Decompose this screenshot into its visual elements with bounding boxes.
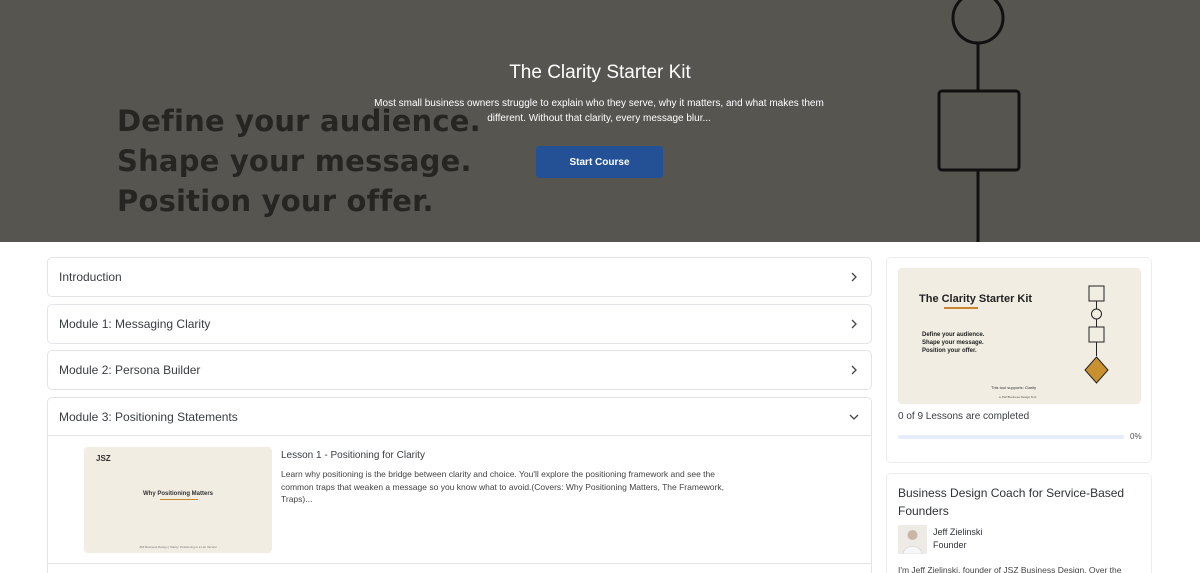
thumbnail-underline: [160, 499, 198, 500]
instructor-card: Business Design Coach for Service-Based …: [886, 473, 1152, 573]
instructor-bio: I'm Jeff Zielinski, founder of JSZ Busin…: [898, 565, 1122, 573]
thumbnail-brand: JSZ: [96, 454, 111, 463]
chevron-right-icon[interactable]: [849, 365, 859, 375]
module-header[interactable]: Module 1: Messaging Clarity: [48, 305, 871, 343]
flowchart-icon: [1084, 285, 1109, 384]
chevron-down-icon[interactable]: [849, 412, 859, 422]
thumbnail-title: Why Positioning Matters: [142, 491, 213, 497]
progress-percent: 0%: [1130, 432, 1142, 441]
module-title: Module 3: Positioning Statements: [59, 409, 238, 424]
instructor-name: Jeff Zielinski: [933, 527, 983, 537]
next-lesson-peek: [48, 565, 871, 573]
module-title: Module 1: Messaging Clarity: [59, 317, 211, 331]
course-image-line: Position your offer.: [922, 348, 977, 354]
course-title: The Clarity Starter Kit: [509, 62, 691, 83]
module-introduction[interactable]: Introduction: [47, 257, 872, 297]
course-image-line: Shape your message.: [922, 340, 984, 346]
instructor-role: Founder: [933, 540, 967, 550]
module-messaging-clarity[interactable]: Module 1: Messaging Clarity: [47, 304, 872, 344]
thumbnail-footer: JSZ Business Design | Clarity: Positioni…: [139, 545, 217, 549]
course-hero: Define your audience. Shape your message…: [0, 0, 1200, 242]
chevron-right-icon[interactable]: [849, 272, 859, 282]
module-header[interactable]: Module 2: Persona Builder: [48, 351, 871, 389]
lesson-thumbnail[interactable]: JSZ Why Positioning Matters JSZ Business…: [84, 447, 272, 553]
course-image-supports: This tool supports: Clarity: [991, 385, 1037, 390]
course-image-line: Define your audience.: [922, 332, 985, 338]
module-positioning-statements[interactable]: Module 3: Positioning Statements JSZ Why…: [47, 397, 872, 573]
instructor-heading: Business Design Coach for Service-Based …: [898, 486, 1125, 518]
avatar: [898, 525, 927, 554]
course-description: Most small business owners struggle to e…: [374, 98, 824, 124]
chevron-right-icon[interactable]: [849, 319, 859, 329]
progress-text: 0 of 9 Lessons are completed: [898, 411, 1030, 422]
course-image-brand: a JSZ Business Design Tool: [999, 395, 1037, 399]
module-header[interactable]: Module 3: Positioning Statements: [48, 398, 871, 436]
start-course-button[interactable]: Start Course: [536, 146, 663, 178]
module-header[interactable]: Introduction: [48, 258, 871, 296]
lesson-description: Learn why positioning is the bridge betw…: [281, 469, 724, 504]
flowchart-decoration: [937, 0, 1021, 242]
module-title: Introduction: [59, 270, 122, 284]
course-image-underline: [944, 307, 978, 309]
progress-bar: [898, 435, 1124, 439]
module-title: Module 2: Persona Builder: [59, 363, 201, 377]
module-persona-builder[interactable]: Module 2: Persona Builder: [47, 350, 872, 390]
course-image-lines: Define your audience. Shape your message…: [922, 331, 984, 355]
hero-background-line: Position your offer.: [117, 184, 434, 218]
hero-background-line: Shape your message.: [117, 144, 472, 178]
lesson-item[interactable]: JSZ Why Positioning Matters JSZ Business…: [48, 438, 871, 564]
lesson-title[interactable]: Lesson 1 - Positioning for Clarity: [281, 450, 425, 461]
course-image: The Clarity Starter Kit Define your audi…: [898, 268, 1141, 404]
course-image-title: The Clarity Starter Kit: [919, 293, 1033, 305]
person-icon: [898, 525, 927, 554]
course-progress-card: The Clarity Starter Kit Define your audi…: [886, 257, 1152, 463]
